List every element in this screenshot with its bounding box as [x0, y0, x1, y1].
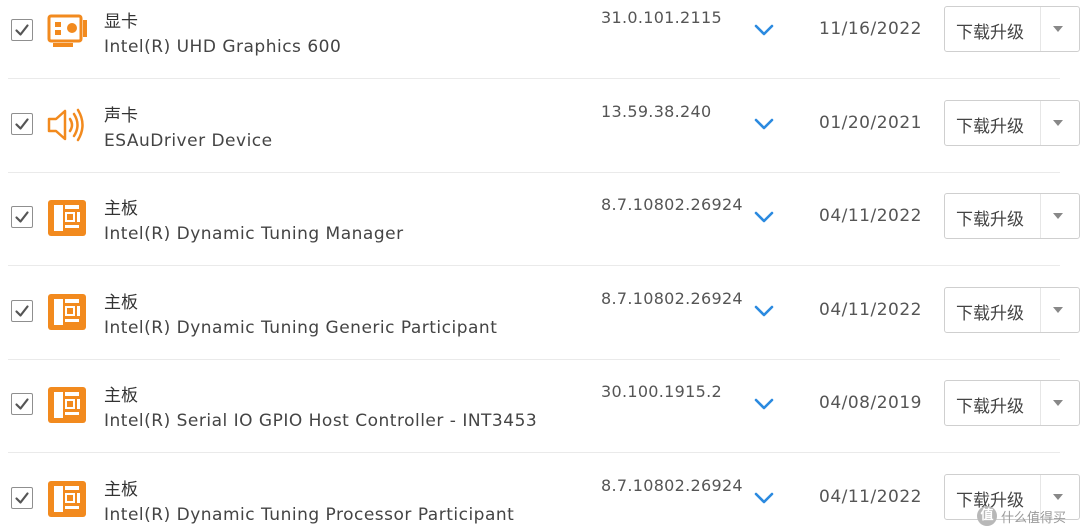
watermark: 值 什么值得买 — [976, 506, 1066, 526]
download-upgrade-label: 下载升级 — [956, 303, 1024, 324]
download-upgrade-dropdown[interactable]: 下载升级 — [944, 99, 1080, 146]
device-category: 声卡 — [104, 105, 138, 126]
driver-row: 主板 Intel(R) Dynamic Tuning Processor Part… — [0, 454, 1080, 532]
dropdown-caret-icon[interactable] — [1040, 287, 1080, 332]
driver-row: 显卡 Intel(R) UHD Graphics 600 31.0.101.2115… — [0, 0, 1080, 79]
download-upgrade-dropdown[interactable]: 下载升级 — [944, 380, 1080, 427]
driver-version: 8.7.10802.26924 — [601, 288, 743, 308]
select-checkbox[interactable] — [11, 299, 33, 322]
driver-version: 31.0.101.2115 — [601, 8, 722, 27]
driver-date: 01/20/2021 — [819, 112, 922, 133]
device-name: Intel(R) Dynamic Tuning Generic Particip… — [104, 317, 498, 338]
select-checkbox[interactable] — [11, 19, 33, 41]
dropdown-caret-icon[interactable] — [1040, 100, 1080, 145]
watermark-text: 什么值得买 — [1000, 510, 1066, 526]
device-name: Intel(R) Dynamic Tuning Manager — [104, 224, 404, 245]
download-upgrade-dropdown[interactable]: 下载升级 — [944, 6, 1080, 52]
device-category: 主板 — [104, 386, 138, 407]
motherboard-icon — [45, 479, 89, 519]
device-category: 主板 — [104, 199, 138, 220]
expand-chevron-icon[interactable] — [752, 394, 776, 414]
driver-date: 11/16/2022 — [819, 19, 922, 39]
device-category: 主板 — [104, 292, 138, 313]
expand-chevron-icon[interactable] — [752, 114, 776, 134]
driver-row: 声卡 ESAuDriver Device 13.59.38.240 01/20/202… — [0, 80, 1080, 173]
motherboard-icon — [45, 198, 89, 238]
driver-row: 主板 Intel(R) Dynamic Tuning Manager 8.7.108… — [0, 173, 1080, 267]
motherboard-icon — [45, 385, 89, 425]
driver-date: 04/11/2022 — [819, 206, 922, 227]
download-upgrade-label: 下载升级 — [956, 397, 1024, 418]
driver-row: 主板 Intel(R) Serial IO GPIO Host Controlle… — [0, 360, 1080, 454]
device-name: ESAuDriver Device — [104, 130, 273, 151]
select-checkbox[interactable] — [11, 112, 33, 135]
dropdown-caret-icon[interactable] — [1040, 7, 1080, 51]
dropdown-caret-icon[interactable] — [1040, 381, 1080, 426]
device-category: 显卡 — [104, 12, 138, 32]
driver-version: 8.7.10802.26924 — [601, 195, 743, 215]
download-upgrade-dropdown[interactable]: 下载升级 — [944, 286, 1080, 333]
download-upgrade-dropdown[interactable]: 下载升级 — [944, 193, 1080, 240]
driver-date: 04/08/2019 — [819, 393, 922, 414]
driver-list: 显卡 Intel(R) UHD Graphics 600 31.0.101.2115… — [0, 0, 1080, 532]
device-category: 主板 — [104, 480, 138, 500]
speaker-icon — [45, 105, 89, 145]
select-checkbox[interactable] — [11, 206, 33, 229]
driver-date: 04/11/2022 — [819, 299, 922, 320]
device-name: Intel(R) Dynamic Tuning Processor Partic… — [104, 505, 515, 525]
expand-chevron-icon[interactable] — [752, 301, 776, 321]
download-upgrade-label: 下载升级 — [956, 116, 1024, 137]
graphics-card-icon — [45, 11, 89, 51]
driver-version: 8.7.10802.26924 — [601, 476, 743, 495]
driver-version: 13.59.38.240 — [601, 101, 712, 121]
driver-version: 30.100.1915.2 — [601, 382, 722, 402]
download-upgrade-label: 下载升级 — [956, 23, 1024, 43]
driver-date: 04/11/2022 — [819, 487, 922, 507]
download-upgrade-label: 下载升级 — [956, 210, 1024, 231]
select-checkbox[interactable] — [11, 393, 33, 416]
driver-row: 主板 Intel(R) Dynamic Tuning Generic Partic… — [0, 267, 1080, 360]
watermark-badge: 值 — [976, 506, 997, 526]
expand-chevron-icon[interactable] — [752, 488, 776, 508]
dropdown-caret-icon[interactable] — [1040, 194, 1080, 239]
expand-chevron-icon[interactable] — [752, 207, 776, 227]
motherboard-icon — [45, 292, 89, 332]
select-checkbox[interactable] — [11, 487, 33, 509]
expand-chevron-icon[interactable] — [752, 20, 776, 40]
device-name: Intel(R) UHD Graphics 600 — [104, 37, 342, 57]
device-name: Intel(R) Serial IO GPIO Host Controller … — [104, 411, 538, 432]
